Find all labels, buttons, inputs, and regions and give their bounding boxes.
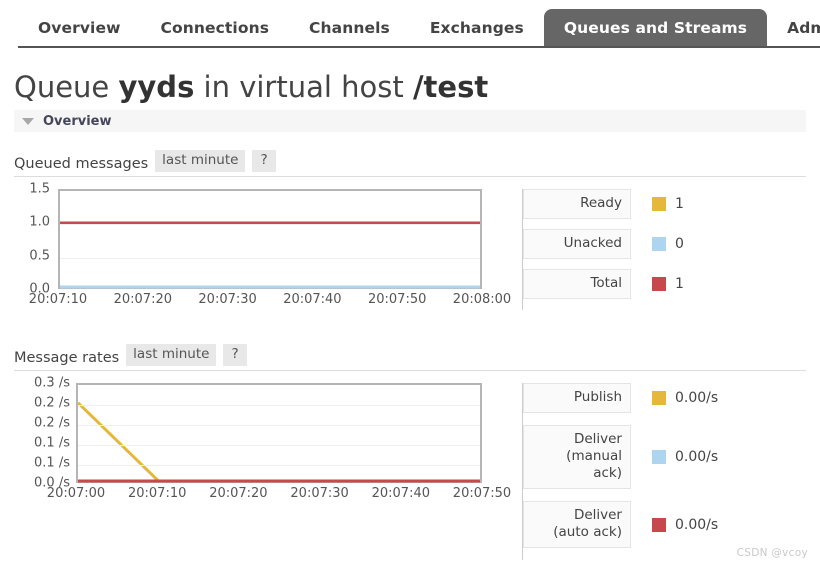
x-tick-label: 20:07:20 (113, 292, 172, 307)
gridline (78, 445, 480, 446)
gridline (78, 465, 480, 466)
message-rates-y-axis: 0.0 /s 0.1 /s 0.1 /s 0.2 /s 0.2 /s 0.3 /s (14, 376, 76, 491)
x-tick-label: 20:07:10 (28, 292, 88, 307)
tab-exchanges[interactable]: Exchanges (410, 9, 544, 48)
watermark: CSDN @vcoy (736, 547, 808, 559)
legend-color-swatch (652, 197, 666, 211)
tab-admin[interactable]: Adm (767, 9, 820, 48)
queued-messages-legend: Ready Unacked Total 1 0 1 (522, 189, 684, 310)
message-rates-legend: Publish Deliver (manual ack) Deliver (auto ac… (522, 383, 718, 560)
y-tick-label: 1.5 (29, 181, 50, 197)
legend-value-row: 0.00/s (652, 425, 718, 489)
queued-messages-y-axis: 0.0 0.5 1.0 1.5 (14, 182, 58, 297)
x-tick-label: 20:07:40 (283, 292, 342, 307)
legend-value-row: 1 (652, 189, 684, 219)
legend-name-button[interactable]: Unacked (523, 229, 631, 259)
y-tick-label: 0.2 /s (34, 395, 70, 411)
y-tick-label: 0.2 /s (34, 415, 70, 431)
tab-overview[interactable]: Overview (18, 9, 141, 48)
message-rates-period-button[interactable]: last minute (126, 344, 217, 366)
legend-name-button[interactable]: Total (523, 269, 631, 299)
series-line (78, 403, 480, 481)
x-tick-label: 20:07:50 (367, 292, 427, 307)
page-title: Queue yyds in virtual host /test (14, 70, 820, 104)
legend-value: 1 (675, 196, 684, 212)
main-navigation: Overview Connections Channels Exchanges … (0, 0, 820, 48)
legend-name-button[interactable]: Deliver (manual ack) (523, 425, 631, 489)
overview-section-label: Overview (43, 113, 112, 129)
y-tick-label: 0.1 /s (34, 455, 70, 471)
gridline (60, 224, 480, 225)
message-rates-legend-names: Publish Deliver (manual ack) Deliver (auto ac… (523, 383, 631, 560)
message-rates-block: Message rates last minute ? 0.0 /s 0.1 /s… (0, 344, 820, 560)
queued-messages-x-axis: 20:07:10 20:07:20 20:07:30 20:07:40 20:07:50… (14, 292, 511, 310)
legend-color-swatch (652, 237, 666, 251)
y-tick-label: 0.1 /s (34, 435, 70, 451)
legend-value: 1 (675, 276, 684, 292)
queued-messages-series (60, 191, 480, 287)
message-rates-help-button[interactable]: ? (223, 344, 247, 366)
legend-value: 0 (675, 236, 684, 252)
queued-messages-plot-wrap: 0.0 0.5 1.0 1.5 20:07:10 20:07:20 20:07:30 20:… (14, 182, 511, 310)
legend-name-button[interactable]: Publish (523, 383, 631, 413)
legend-color-swatch (652, 391, 666, 405)
legend-value: 0.00/s (675, 516, 719, 533)
queued-messages-plot[interactable] (58, 189, 482, 289)
message-rates-chart-row: 0.0 /s 0.1 /s 0.1 /s 0.2 /s 0.2 /s 0.3 /s 20:… (0, 376, 820, 560)
nav-bottom-rule (18, 46, 820, 48)
message-rates-x-axis: 20:07:00 20:07:10 20:07:20 20:07:30 20:07:40… (14, 486, 511, 504)
queued-messages-legend-names: Ready Unacked Total (523, 189, 631, 310)
queued-messages-chart-row: 0.0 0.5 1.0 1.5 20:07:10 20:07:20 20:07:30 20:… (0, 182, 820, 310)
page-title-queue-name: yyds (118, 70, 195, 104)
gridline (78, 425, 480, 426)
x-tick-label: 20:08:00 (452, 292, 512, 307)
x-tick-label: 20:07:00 (46, 486, 106, 501)
x-tick-label: 20:07:50 (452, 486, 512, 501)
y-tick-label: 1.0 (29, 214, 50, 230)
x-tick-label: 20:07:10 (127, 486, 187, 501)
gridline (60, 258, 480, 259)
message-rates-series (78, 385, 480, 481)
queued-messages-help-button[interactable]: ? (252, 150, 276, 172)
x-tick-label: 20:07:30 (198, 292, 257, 307)
legend-name-button[interactable]: Deliver (auto ack) (523, 501, 631, 548)
page-title-middle: in virtual host (194, 70, 413, 104)
y-tick-label: 0.5 (29, 248, 50, 264)
y-tick-label: 0.3 /s (34, 375, 70, 391)
x-tick-label: 20:07:40 (371, 486, 430, 501)
queued-messages-legend-values: 1 0 1 (652, 189, 684, 310)
legend-color-swatch (652, 450, 666, 464)
overview-section-header[interactable]: Overview (14, 110, 806, 132)
tab-connections[interactable]: Connections (141, 9, 290, 48)
page-title-prefix: Queue (14, 70, 119, 104)
x-tick-label: 20:07:30 (290, 486, 349, 501)
message-rates-legend-values: 0.00/s 0.00/s 0.00/s (652, 383, 718, 560)
message-rates-title: Message rates (14, 350, 120, 366)
message-rates-header: Message rates last minute ? (14, 344, 806, 371)
tab-channels[interactable]: Channels (289, 9, 410, 48)
x-tick-label: 20:07:20 (209, 486, 268, 501)
legend-value-row: 0.00/s (652, 501, 718, 548)
legend-value-row: 0.00/s (652, 383, 718, 413)
message-rates-plot-wrap: 0.0 /s 0.1 /s 0.1 /s 0.2 /s 0.2 /s 0.3 /s 20:… (14, 376, 511, 560)
legend-color-swatch (652, 517, 666, 532)
legend-value-row: 1 (652, 269, 684, 299)
chevron-down-icon (22, 117, 34, 125)
gridline (78, 405, 480, 406)
queued-messages-period-button[interactable]: last minute (155, 150, 246, 172)
legend-name-button[interactable]: Ready (523, 189, 631, 219)
legend-color-swatch (652, 277, 666, 291)
queued-messages-header: Queued messages last minute ? (14, 150, 806, 177)
legend-value: 0.00/s (675, 390, 719, 406)
legend-value-row: 0 (652, 229, 684, 259)
queued-messages-title: Queued messages (14, 156, 149, 172)
queued-messages-block: Queued messages last minute ? 0.0 0.5 1.0 1… (0, 150, 820, 310)
page-title-vhost: /test (412, 70, 489, 104)
tab-queues-and-streams[interactable]: Queues and Streams (543, 9, 768, 48)
message-rates-plot[interactable] (76, 383, 482, 483)
legend-value: 0.00/s (675, 449, 719, 465)
